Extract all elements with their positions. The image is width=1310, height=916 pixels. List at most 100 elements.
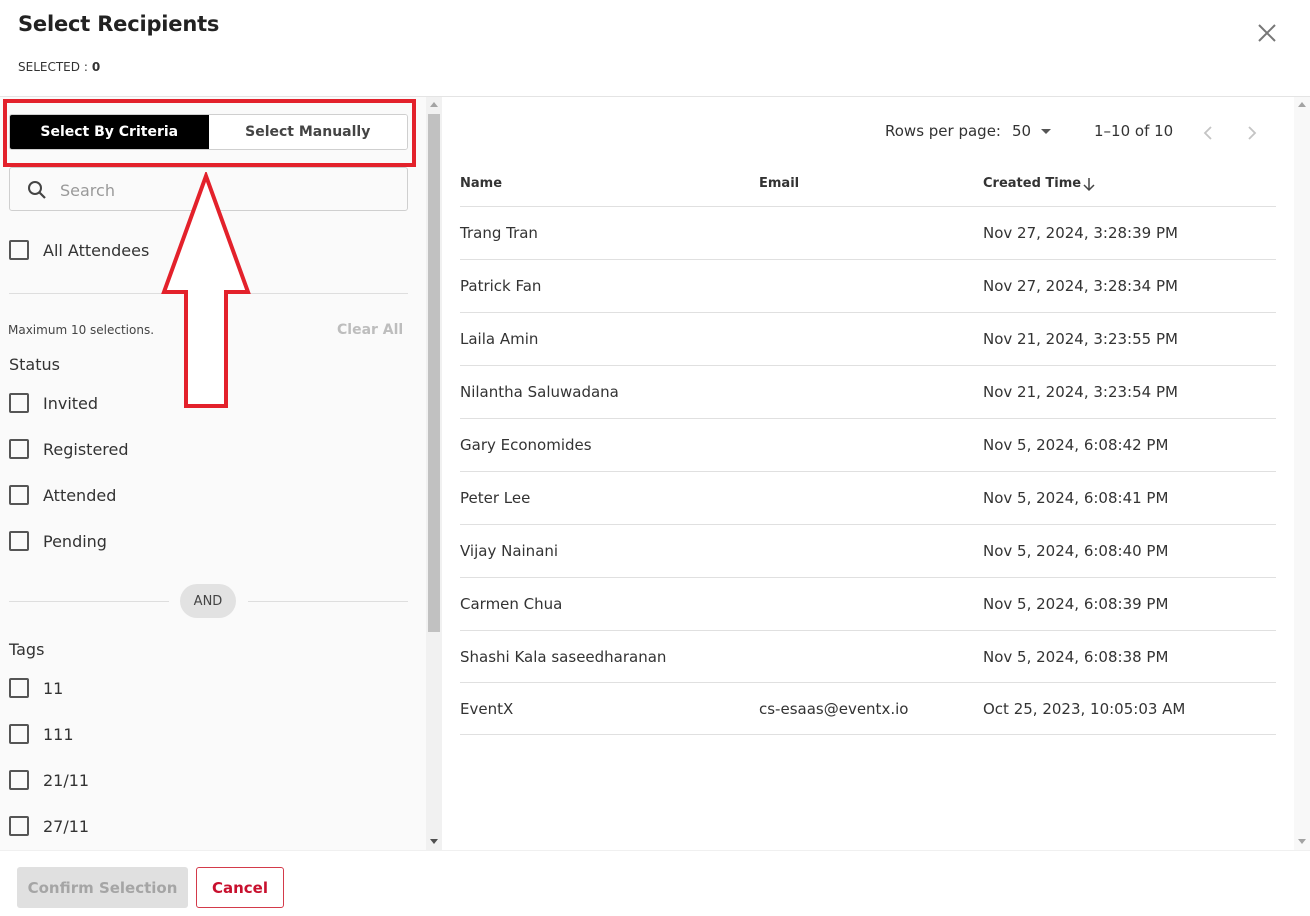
all-attendees-checkbox[interactable]: All Attendees (9, 240, 149, 260)
cell-name: Shashi Kala saseedharanan (460, 648, 667, 666)
clear-all-button[interactable]: Clear All (337, 322, 403, 338)
confirm-selection-button[interactable]: Confirm Selection (17, 867, 188, 908)
selected-label: SELECTED : (18, 60, 88, 74)
selected-counter: SELECTED :0 (18, 60, 100, 74)
status-registered-checkbox[interactable]: Registered (9, 439, 129, 459)
tag-checkbox-27-11[interactable]: 27/11 (9, 816, 89, 836)
cell-created: Nov 5, 2024, 6:08:39 PM (983, 595, 1169, 613)
dialog-title: Select Recipients (18, 12, 220, 36)
highlight-annotation-box (3, 99, 416, 167)
criteria-panel: Select By Criteria Select Manually All A… (0, 97, 426, 850)
cell-created: Oct 25, 2023, 10:05:03 AM (983, 700, 1186, 718)
checkbox-box[interactable] (9, 724, 29, 744)
status-invited-checkbox[interactable]: Invited (9, 393, 98, 413)
previous-page-button[interactable] (1198, 123, 1218, 143)
cell-name: Peter Lee (460, 489, 531, 507)
cell-created: Nov 5, 2024, 6:08:40 PM (983, 542, 1169, 560)
status-label: Registered (43, 439, 129, 459)
table-row[interactable]: Gary Economides Nov 5, 2024, 6:08:42 PM (460, 418, 1276, 471)
recipients-table-panel: Rows per page: 50 1–10 of 10 Name Email … (442, 97, 1294, 850)
scrollbar-thumb[interactable] (428, 114, 440, 632)
cell-name: Laila Amin (460, 330, 539, 348)
and-chip: AND (180, 584, 236, 618)
checkbox-box[interactable] (9, 240, 29, 260)
scroll-down-arrow[interactable] (1298, 839, 1306, 844)
status-section-title: Status (9, 355, 60, 374)
selected-count: 0 (91, 60, 101, 74)
tag-checkbox-111[interactable]: 111 (9, 724, 74, 744)
column-header-email[interactable]: Email (759, 176, 799, 191)
search-input[interactable] (60, 176, 390, 204)
chevron-right-icon (1248, 126, 1257, 140)
checkbox-box[interactable] (9, 485, 29, 505)
column-header-name[interactable]: Name (460, 176, 502, 191)
checkbox-box[interactable] (9, 393, 29, 413)
cell-name: Nilantha Saluwadana (460, 383, 619, 401)
cancel-button[interactable]: Cancel (196, 867, 284, 908)
close-icon (1258, 24, 1276, 42)
left-panel-scrollbar[interactable] (426, 97, 442, 850)
rows-per-page-select[interactable]: 50 (1012, 122, 1052, 140)
right-panel-scrollbar[interactable] (1294, 97, 1310, 850)
all-attendees-label: All Attendees (43, 240, 150, 260)
status-label: Attended (43, 485, 117, 505)
select-recipients-dialog: Select Recipients SELECTED :0 Select By … (0, 0, 1310, 916)
and-divider-left (9, 601, 169, 602)
table-row[interactable]: Shashi Kala saseedharanan Nov 5, 2024, 6… (460, 630, 1276, 683)
chevron-left-icon (1203, 126, 1212, 140)
section-divider (9, 293, 408, 294)
checkbox-box[interactable] (9, 531, 29, 551)
cell-created: Nov 21, 2024, 3:23:54 PM (983, 383, 1178, 401)
scroll-up-arrow[interactable] (430, 102, 438, 107)
checkbox-box[interactable] (9, 439, 29, 459)
tag-label: 11 (43, 678, 64, 698)
cell-created: Nov 27, 2024, 3:28:39 PM (983, 224, 1178, 242)
checkbox-box[interactable] (9, 770, 29, 790)
close-button[interactable] (1254, 20, 1280, 46)
and-divider-right (248, 601, 408, 602)
table-row[interactable]: EventX cs-esaas@eventx.io Oct 25, 2023, … (460, 682, 1276, 735)
cell-name: Trang Tran (460, 224, 538, 242)
tags-section-title: Tags (9, 640, 45, 659)
tag-checkbox-11[interactable]: 11 (9, 678, 63, 698)
tag-label: 111 (43, 724, 74, 744)
checkbox-box[interactable] (9, 816, 29, 836)
table-row[interactable]: Vijay Nainani Nov 5, 2024, 6:08:40 PM (460, 524, 1276, 577)
tag-label: 27/11 (43, 816, 90, 836)
status-label: Pending (43, 531, 107, 551)
tag-checkbox-21-11[interactable]: 21/11 (9, 770, 89, 790)
cell-name: Vijay Nainani (460, 542, 559, 560)
cell-name: Carmen Chua (460, 595, 563, 613)
status-label: Invited (43, 393, 99, 413)
footer-divider (0, 850, 1310, 851)
column-header-created-time[interactable]: Created Time (983, 176, 1081, 191)
rows-per-page-value: 50 (1012, 122, 1032, 140)
cell-created: Nov 5, 2024, 6:08:41 PM (983, 489, 1169, 507)
cell-name: Gary Economides (460, 436, 592, 454)
status-pending-checkbox[interactable]: Pending (9, 531, 107, 551)
table-row[interactable]: Carmen Chua Nov 5, 2024, 6:08:39 PM (460, 577, 1276, 630)
scroll-up-arrow[interactable] (1298, 102, 1306, 107)
checkbox-box[interactable] (9, 678, 29, 698)
pagination-range: 1–10 of 10 (1094, 122, 1174, 140)
table-bottom-border (460, 734, 1276, 735)
table-row[interactable]: Trang Tran Nov 27, 2024, 3:28:39 PM (460, 206, 1276, 259)
tag-label: 21/11 (43, 770, 90, 790)
table-row[interactable]: Nilantha Saluwadana Nov 21, 2024, 3:23:5… (460, 365, 1276, 418)
cell-created: Nov 5, 2024, 6:08:42 PM (983, 436, 1169, 454)
cell-email: cs-esaas@eventx.io (759, 700, 909, 718)
scroll-down-arrow[interactable] (430, 839, 438, 844)
table-row[interactable]: Peter Lee Nov 5, 2024, 6:08:41 PM (460, 471, 1276, 524)
rows-per-page-label: Rows per page: (885, 122, 1001, 140)
next-page-button[interactable] (1242, 123, 1262, 143)
search-icon (28, 181, 46, 199)
cell-created: Nov 21, 2024, 3:23:55 PM (983, 330, 1178, 348)
table-row[interactable]: Patrick Fan Nov 27, 2024, 3:28:34 PM (460, 259, 1276, 312)
table-row[interactable]: Laila Amin Nov 21, 2024, 3:23:55 PM (460, 312, 1276, 365)
cell-name: Patrick Fan (460, 277, 542, 295)
caret-down-icon (1041, 128, 1052, 134)
status-attended-checkbox[interactable]: Attended (9, 485, 116, 505)
sort-arrow-down-icon[interactable] (1081, 176, 1097, 192)
cell-created: Nov 5, 2024, 6:08:38 PM (983, 648, 1169, 666)
cell-created: Nov 27, 2024, 3:28:34 PM (983, 277, 1178, 295)
